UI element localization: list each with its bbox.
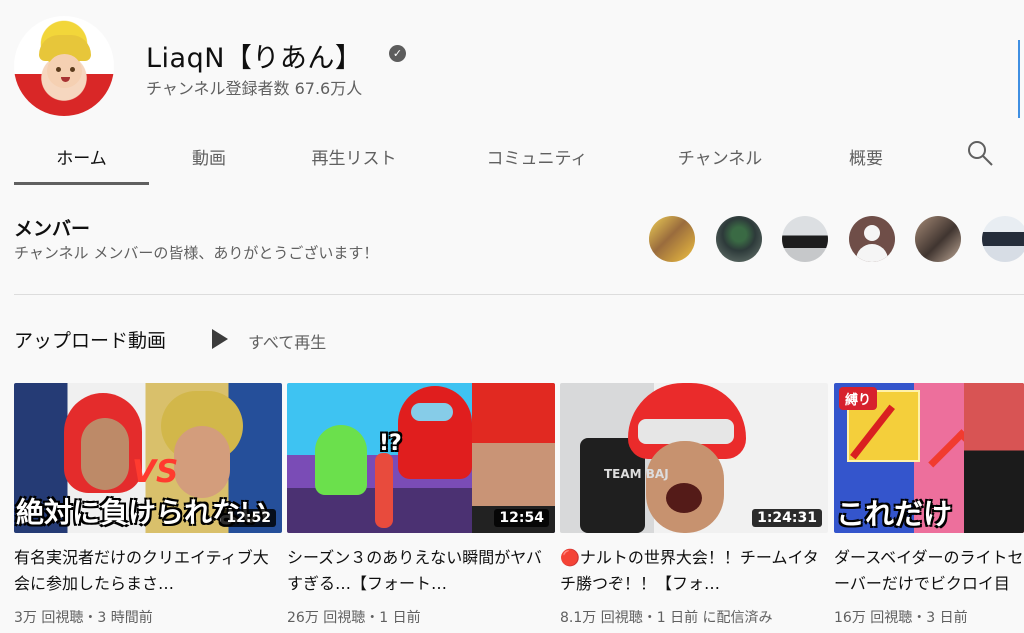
video-card[interactable]: VS 絶対に負けられない 12:52 有名実況者だけのクリエイティブ大会に参加し… (14, 383, 282, 633)
members-subtitle: チャンネル メンバーの皆様、ありがとうございます！ (14, 244, 379, 262)
section-divider (14, 294, 1024, 295)
video-meta: 26万 回視聴・1 日前 (287, 610, 421, 626)
search-icon[interactable] (965, 138, 995, 168)
subscriber-count: チャンネル登録者数 67.6万人 (146, 79, 363, 98)
video-duration: 12:52 (221, 509, 276, 527)
video-thumbnail[interactable]: !? 12:54 (287, 383, 555, 533)
channel-tabs: ホーム 動画 再生リスト コミュニティ チャンネル 概要 (0, 130, 1024, 185)
thumbnail-text: !? (379, 431, 402, 456)
verified-check-icon: ✓ (389, 45, 406, 62)
video-card[interactable]: TEAM BAJ 1:24:31 🔴ナルトの世界大会！！チームイタチ勝つぞ！！【… (560, 383, 828, 633)
member-avatar[interactable] (915, 216, 961, 262)
channel-name: LiaqN【りあん】 (146, 43, 363, 74)
tab-channels[interactable]: チャンネル (668, 130, 772, 182)
video-duration: 1:24:31 (752, 509, 822, 527)
thumbnail-badge: 縛り (839, 387, 878, 410)
channel-avatar[interactable] (14, 16, 114, 116)
video-title[interactable]: シーズン３のありえない瞬間がヤバすぎる…【フォート… (287, 545, 549, 597)
member-avatar[interactable] (782, 216, 828, 262)
member-avatar[interactable] (716, 216, 762, 262)
video-meta: 16万 回視聴・3 日前 (834, 610, 968, 626)
video-title[interactable]: ダースベイダーのライトセーバーだけでビクロイ目指… (834, 545, 1024, 597)
tab-about[interactable]: 概要 (838, 130, 894, 182)
uploads-shelf: VS 絶対に負けられない 12:52 有名実況者だけのクリエイティブ大会に参加し… (0, 383, 1024, 633)
members-title: メンバー (14, 218, 91, 240)
video-title[interactable]: 有名実況者だけのクリエイティブ大会に参加したらまさ… (14, 545, 276, 597)
tab-playlists[interactable]: 再生リスト (305, 130, 403, 182)
video-title[interactable]: 🔴ナルトの世界大会！！チームイタチ勝つぞ！！【フォ… (560, 545, 822, 597)
video-meta: 3万 回視聴・3 時間前 (14, 610, 153, 626)
video-thumbnail[interactable]: VS 絶対に負けられない 12:52 (14, 383, 282, 533)
member-avatar[interactable] (849, 216, 895, 262)
video-card[interactable]: 縛り これだけ ダースベイダーのライトセーバーだけでビクロイ目指… 16万 回視… (834, 383, 1024, 633)
video-card[interactable]: !? 12:54 シーズン３のありえない瞬間がヤバすぎる…【フォート… 26万 … (287, 383, 555, 633)
video-meta: 8.1万 回視聴・1 日前 に配信済み (560, 610, 773, 626)
tab-videos[interactable]: 動画 (176, 130, 242, 182)
video-thumbnail[interactable]: TEAM BAJ 1:24:31 (560, 383, 828, 533)
member-avatar[interactable] (649, 216, 695, 262)
uploads-title: アップロード動画 (14, 330, 167, 352)
member-avatar[interactable] (982, 216, 1024, 262)
subscribe-button-edge[interactable] (1018, 40, 1024, 118)
thumbnail-text: TEAM BAJ (604, 467, 669, 481)
video-thumbnail[interactable]: 縛り これだけ (834, 383, 1024, 533)
video-duration: 12:54 (494, 509, 549, 527)
tab-community[interactable]: コミュニティ (478, 130, 596, 182)
tab-home[interactable]: ホーム (14, 130, 149, 185)
play-all-button[interactable]: すべて再生 (248, 329, 326, 353)
play-icon[interactable] (212, 329, 228, 349)
member-avatar-list (649, 216, 1024, 264)
thumbnail-text: これだけ (836, 497, 953, 531)
